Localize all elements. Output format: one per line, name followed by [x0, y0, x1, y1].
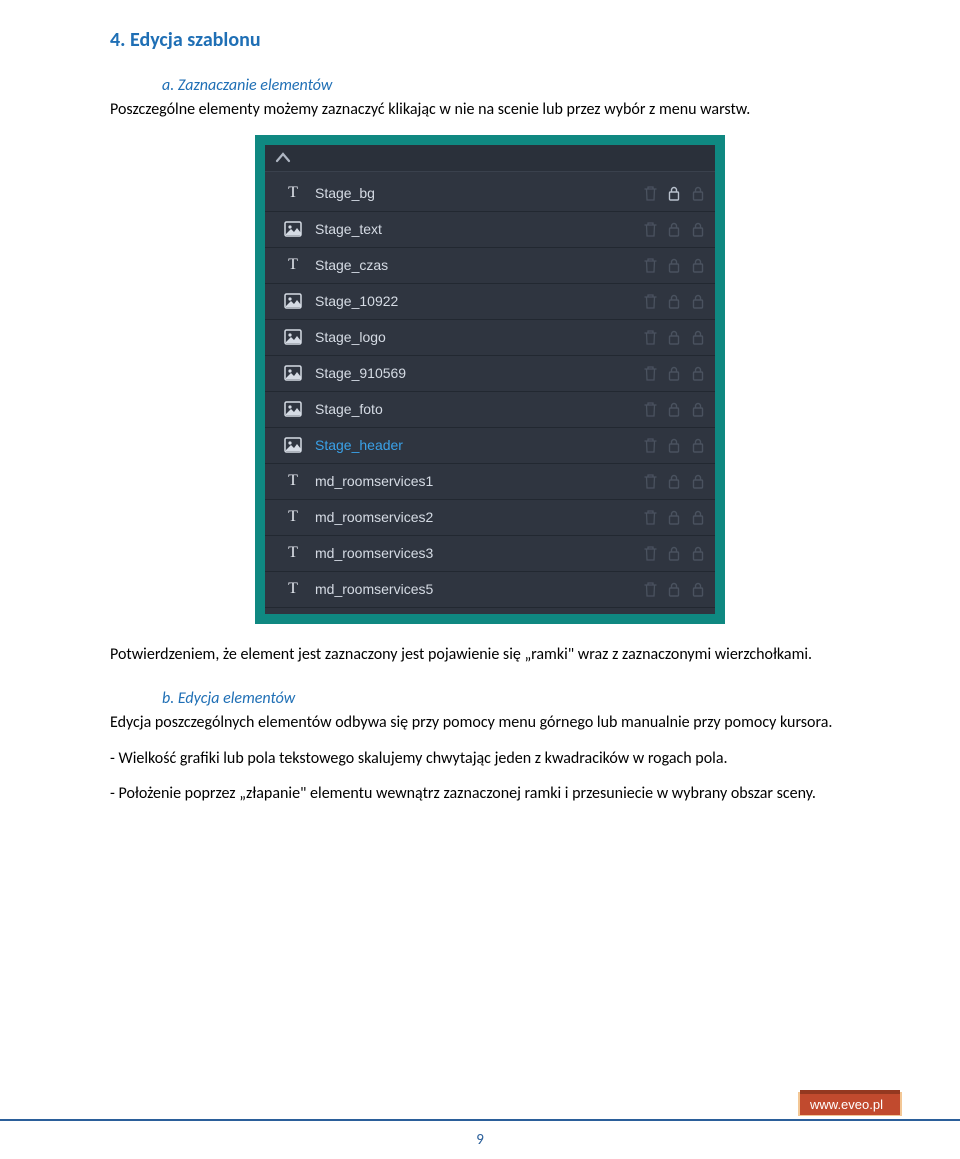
layer-action-icons — [643, 509, 705, 525]
layer-action-icons — [643, 401, 705, 417]
trash-icon[interactable] — [643, 473, 657, 489]
paragraph-b-intro: Edycja poszczególnych elementów odbywa s… — [110, 712, 870, 734]
lock-secondary-icon[interactable] — [691, 293, 705, 309]
lock-icon[interactable] — [667, 221, 681, 237]
layer-action-icons — [643, 437, 705, 453]
trash-icon[interactable] — [643, 257, 657, 273]
paragraph-a: Poszczególne elementy możemy zaznaczyć k… — [110, 99, 870, 121]
layer-name-label: Stage_czas — [307, 257, 643, 273]
lock-icon[interactable] — [667, 401, 681, 417]
trash-icon[interactable] — [643, 365, 657, 381]
paragraph-b-line1: - Wielkość grafiki lub pola tekstowego s… — [110, 748, 870, 770]
lock-icon[interactable] — [667, 329, 681, 345]
image-layer-icon — [279, 401, 307, 417]
lock-secondary-icon[interactable] — [691, 329, 705, 345]
layer-row[interactable]: TStage_bg — [265, 176, 715, 212]
lock-secondary-icon[interactable] — [691, 581, 705, 597]
lock-secondary-icon[interactable] — [691, 509, 705, 525]
lock-icon[interactable] — [667, 509, 681, 525]
paragraph-b-line2: - Położenie poprzez „złapanie" elementu … — [110, 783, 870, 805]
lock-secondary-icon[interactable] — [691, 185, 705, 201]
trash-icon[interactable] — [643, 185, 657, 201]
layer-row[interactable]: Tmd_roomservices3 — [265, 536, 715, 572]
text-layer-icon: T — [279, 472, 307, 490]
lock-icon[interactable] — [667, 365, 681, 381]
lock-icon[interactable] — [667, 581, 681, 597]
lock-secondary-icon[interactable] — [691, 473, 705, 489]
layer-action-icons — [643, 365, 705, 381]
layer-name-label: Stage_foto — [307, 401, 643, 417]
layer-action-icons — [643, 185, 705, 201]
chevron-up-icon — [275, 151, 705, 165]
lock-icon[interactable] — [667, 545, 681, 561]
lock-secondary-icon[interactable] — [691, 401, 705, 417]
layers-panel-screenshot: TStage_bgStage_textTStage_czasStage_1092… — [255, 135, 725, 624]
layer-action-icons — [643, 581, 705, 597]
trash-icon[interactable] — [643, 509, 657, 525]
layer-name-label: md_roomservices5 — [307, 581, 643, 597]
layer-row[interactable]: Stage_header — [265, 428, 715, 464]
layer-name-label: md_roomservices2 — [307, 509, 643, 525]
layer-row[interactable]: Stage_910569 — [265, 356, 715, 392]
image-layer-icon — [279, 365, 307, 381]
layer-name-label: md_roomservices1 — [307, 473, 643, 489]
layers-panel-collapse[interactable] — [265, 145, 715, 172]
layer-action-icons — [643, 545, 705, 561]
text-layer-icon: T — [279, 544, 307, 562]
lock-secondary-icon[interactable] — [691, 365, 705, 381]
layer-name-label: Stage_910569 — [307, 365, 643, 381]
lock-secondary-icon[interactable] — [691, 437, 705, 453]
text-layer-icon: T — [279, 508, 307, 526]
subheading-b: b. Edycja elementów — [162, 689, 870, 708]
trash-icon[interactable] — [643, 293, 657, 309]
layer-row[interactable]: Tmd_roomservices2 — [265, 500, 715, 536]
layer-row[interactable]: Stage_10922 — [265, 284, 715, 320]
layer-name-label: Stage_logo — [307, 329, 643, 345]
layer-action-icons — [643, 473, 705, 489]
layer-action-icons — [643, 221, 705, 237]
image-layer-icon — [279, 293, 307, 309]
lock-secondary-icon[interactable] — [691, 221, 705, 237]
trash-icon[interactable] — [643, 221, 657, 237]
trash-icon[interactable] — [643, 581, 657, 597]
paragraph-confirm: Potwierdzeniem, że element jest zaznaczo… — [110, 644, 870, 666]
layer-name-label: Stage_10922 — [307, 293, 643, 309]
lock-icon[interactable] — [667, 185, 681, 201]
layer-row[interactable]: Stage_text — [265, 212, 715, 248]
footer-site-badge: www.eveo.pl — [800, 1090, 900, 1115]
image-layer-icon — [279, 329, 307, 345]
trash-icon[interactable] — [643, 437, 657, 453]
trash-icon[interactable] — [643, 329, 657, 345]
text-layer-icon: T — [279, 256, 307, 274]
layer-name-label: Stage_bg — [307, 185, 643, 201]
image-layer-icon — [279, 437, 307, 453]
image-layer-icon — [279, 221, 307, 237]
section-heading: 4. Edycja szablonu — [110, 28, 870, 52]
layer-name-label: md_roomservices3 — [307, 545, 643, 561]
page-number: 9 — [0, 1131, 960, 1149]
trash-icon[interactable] — [643, 401, 657, 417]
footer-rule — [0, 1119, 960, 1121]
layer-name-label: Stage_text — [307, 221, 643, 237]
layer-row[interactable]: Stage_logo — [265, 320, 715, 356]
lock-icon[interactable] — [667, 293, 681, 309]
layer-row[interactable]: Tmd_roomservices5 — [265, 572, 715, 608]
layer-row[interactable]: Stage_foto — [265, 392, 715, 428]
layer-action-icons — [643, 293, 705, 309]
layer-row[interactable]: Tmd_roomservices1 — [265, 464, 715, 500]
subheading-a: a. Zaznaczanie elementów — [162, 76, 870, 95]
layer-action-icons — [643, 329, 705, 345]
trash-icon[interactable] — [643, 545, 657, 561]
lock-icon[interactable] — [667, 473, 681, 489]
lock-secondary-icon[interactable] — [691, 257, 705, 273]
layer-name-label: Stage_header — [307, 437, 643, 453]
lock-icon[interactable] — [667, 437, 681, 453]
text-layer-icon: T — [279, 580, 307, 598]
lock-icon[interactable] — [667, 257, 681, 273]
lock-secondary-icon[interactable] — [691, 545, 705, 561]
layer-action-icons — [643, 257, 705, 273]
text-layer-icon: T — [279, 184, 307, 202]
layer-row[interactable]: TStage_czas — [265, 248, 715, 284]
layers-panel: TStage_bgStage_textTStage_czasStage_1092… — [265, 145, 715, 614]
